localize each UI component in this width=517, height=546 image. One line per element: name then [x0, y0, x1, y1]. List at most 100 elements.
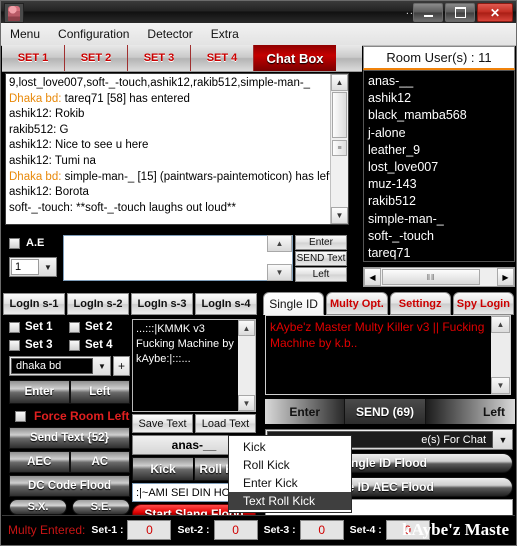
user-list-scroll-thumb[interactable]: ‖‖ — [382, 269, 480, 285]
text-editor[interactable]: ...:::|KMMK v3 Fucking Machine by kAybe:… — [132, 319, 256, 412]
room-name-dropdown[interactable]: dhaka bd ▼ — [9, 356, 111, 376]
list-item[interactable]: anas-__ — [368, 73, 510, 90]
chat-line: ashik12: Rokib — [9, 107, 327, 123]
user-list-horizontal-scrollbar[interactable]: ◀ ‖‖ ▶ — [363, 267, 515, 287]
list-item[interactable]: black_mamba568 — [368, 107, 510, 124]
message-input[interactable] — [63, 235, 293, 281]
enter-button[interactable]: Enter — [295, 235, 347, 250]
scroll-down-icon[interactable]: ▼ — [238, 395, 255, 411]
text-editor-scrollbar[interactable]: ▲ ▼ — [238, 320, 255, 411]
count-value[interactable]: 1 — [11, 259, 39, 275]
send-text-flood-button[interactable]: Send Text {52} — [9, 427, 130, 449]
list-item[interactable]: leather_9 — [368, 142, 510, 159]
maximize-button[interactable] — [445, 3, 475, 22]
chevron-down-icon[interactable]: ▼ — [40, 258, 56, 276]
load-text-button[interactable]: Load Text — [195, 414, 256, 433]
count-dropdown[interactable]: 1 ▼ — [9, 257, 57, 277]
aec-button[interactable]: AEC — [9, 451, 70, 473]
tab-single-id[interactable]: Single ID — [263, 292, 325, 315]
checkbox-set-1[interactable]: Set 1 — [9, 321, 69, 333]
force-room-left-option[interactable]: Force Room Left — [15, 409, 129, 423]
scroll-right-icon[interactable]: ▶ — [497, 268, 514, 286]
kick-button[interactable]: Kick — [132, 457, 194, 481]
send-text-button[interactable]: SEND Text — [295, 251, 347, 266]
set-3-checkbox[interactable] — [9, 339, 20, 351]
left-button[interactable]: Left — [295, 267, 347, 282]
list-item[interactable]: muz-143 — [368, 176, 510, 193]
context-menu-item-roll-kick[interactable]: Roll Kick — [229, 456, 351, 474]
single-id-scrollbar[interactable]: ▲ ▼ — [491, 316, 510, 394]
sx-button[interactable]: S.X. — [9, 499, 67, 515]
context-menu-item-text-roll-kick[interactable]: Text Roll Kick — [229, 492, 351, 510]
checkbox-set-2[interactable]: Set 2 — [69, 321, 129, 333]
tab-settingz[interactable]: Settingz — [389, 292, 451, 315]
menu-item-menu[interactable]: Menu — [1, 25, 49, 43]
save-text-button[interactable]: Save Text — [132, 414, 193, 433]
tab-login-s3[interactable]: LogIn s-3 — [131, 293, 193, 315]
room-user-list[interactable]: anas-__ ashik12 black_mamba568 j-alone l… — [363, 70, 515, 262]
list-item[interactable]: rakib512 — [368, 193, 510, 210]
single-id-send-button[interactable]: SEND (69) — [344, 399, 426, 424]
message-input-scrollbar[interactable]: ▲ ▼ — [267, 235, 293, 281]
scroll-left-icon[interactable]: ◀ — [364, 268, 381, 286]
force-room-left-label: Force Room Left — [34, 409, 130, 423]
set-4-checkbox[interactable] — [69, 339, 80, 351]
set-2-checkbox[interactable] — [69, 321, 80, 333]
chat-log[interactable]: 9,lost_love007,soft-_-touch,ashik12,raki… — [5, 73, 349, 225]
chat-scrollbar[interactable]: ▲ ≡ ▼ — [330, 74, 348, 224]
single-id-message-text[interactable]: kAybe'z Master Multy Killer v3 || Fuckin… — [270, 319, 488, 351]
ae-checkbox[interactable] — [9, 237, 20, 249]
ae-option[interactable]: A.E — [9, 237, 44, 249]
list-item[interactable]: soft-_-touch — [368, 228, 510, 245]
dc-code-flood-button[interactable]: DC Code Flood — [9, 475, 130, 497]
tab-set-1[interactable]: SET 1 — [2, 45, 65, 71]
se-button[interactable]: S.E. — [72, 499, 130, 515]
chevron-down-icon[interactable]: ▼ — [94, 357, 110, 375]
menu-item-detector[interactable]: Detector — [138, 25, 201, 43]
chevron-down-icon[interactable]: ▼ — [494, 430, 512, 449]
text-editor-content[interactable]: ...:::|KMMK v3 Fucking Machine by kAybe:… — [136, 322, 236, 367]
menu-item-extra[interactable]: Extra — [202, 25, 248, 43]
room-left-button[interactable]: Left — [69, 380, 130, 404]
force-room-left-checkbox[interactable] — [15, 410, 26, 422]
checkbox-set-4[interactable]: Set 4 — [69, 339, 129, 351]
tab-login-s2[interactable]: LogIn s-2 — [67, 293, 129, 315]
checkbox-set-3[interactable]: Set 3 — [9, 339, 69, 351]
room-enter-button[interactable]: Enter — [9, 380, 70, 404]
close-button[interactable]: ✕ — [477, 3, 513, 22]
menu-item-configuration[interactable]: Configuration — [49, 25, 138, 43]
single-id-enter-button[interactable]: Enter — [265, 399, 345, 424]
list-item[interactable]: simple-man-_ — [368, 211, 510, 228]
chat-scroll-grip[interactable]: ≡ — [332, 140, 347, 156]
tab-login-s1[interactable]: LogIn s-1 — [3, 293, 65, 315]
kick-context-menu[interactable]: Kick Roll Kick Enter Kick Text Roll Kick — [228, 435, 352, 513]
tab-spy-login[interactable]: Spy Login — [452, 292, 514, 315]
single-id-message-box[interactable]: kAybe'z Master Multy Killer v3 || Fuckin… — [265, 315, 511, 395]
tab-set-4[interactable]: SET 4 — [191, 45, 254, 71]
add-room-button[interactable]: + — [113, 356, 130, 376]
set-1-checkbox[interactable] — [9, 321, 20, 333]
tab-chat-box[interactable]: Chat Box — [254, 45, 336, 71]
list-item[interactable]: ashik12 — [368, 90, 510, 107]
tab-login-s4[interactable]: LogIn s-4 — [195, 293, 257, 315]
context-menu-item-enter-kick[interactable]: Enter Kick — [229, 474, 351, 492]
ac-button[interactable]: AC — [69, 451, 130, 473]
scroll-up-icon[interactable]: ▲ — [491, 316, 510, 333]
scroll-down-icon[interactable]: ▼ — [491, 377, 510, 394]
context-menu-item-kick[interactable]: Kick — [229, 438, 351, 456]
list-item[interactable]: tareq71 — [368, 245, 510, 261]
minimize-button[interactable] — [413, 3, 443, 22]
scroll-up-icon[interactable]: ▲ — [238, 320, 255, 336]
single-id-left-button[interactable]: Left — [425, 399, 515, 424]
tab-set-2[interactable]: SET 2 — [65, 45, 128, 71]
scroll-up-icon[interactable]: ▲ — [331, 74, 348, 91]
scroll-down-icon[interactable]: ▼ — [331, 207, 348, 224]
chat-scroll-thumb[interactable] — [332, 92, 347, 138]
tab-multy-opt[interactable]: Multy Opt. — [326, 292, 388, 315]
scroll-down-icon[interactable]: ▼ — [267, 264, 292, 281]
tab-set-3[interactable]: SET 3 — [128, 45, 191, 71]
list-item[interactable]: j-alone — [368, 125, 510, 142]
scroll-up-icon[interactable]: ▲ — [267, 235, 292, 252]
room-name-value[interactable]: dhaka bd — [11, 358, 93, 374]
list-item[interactable]: lost_love007 — [368, 159, 510, 176]
